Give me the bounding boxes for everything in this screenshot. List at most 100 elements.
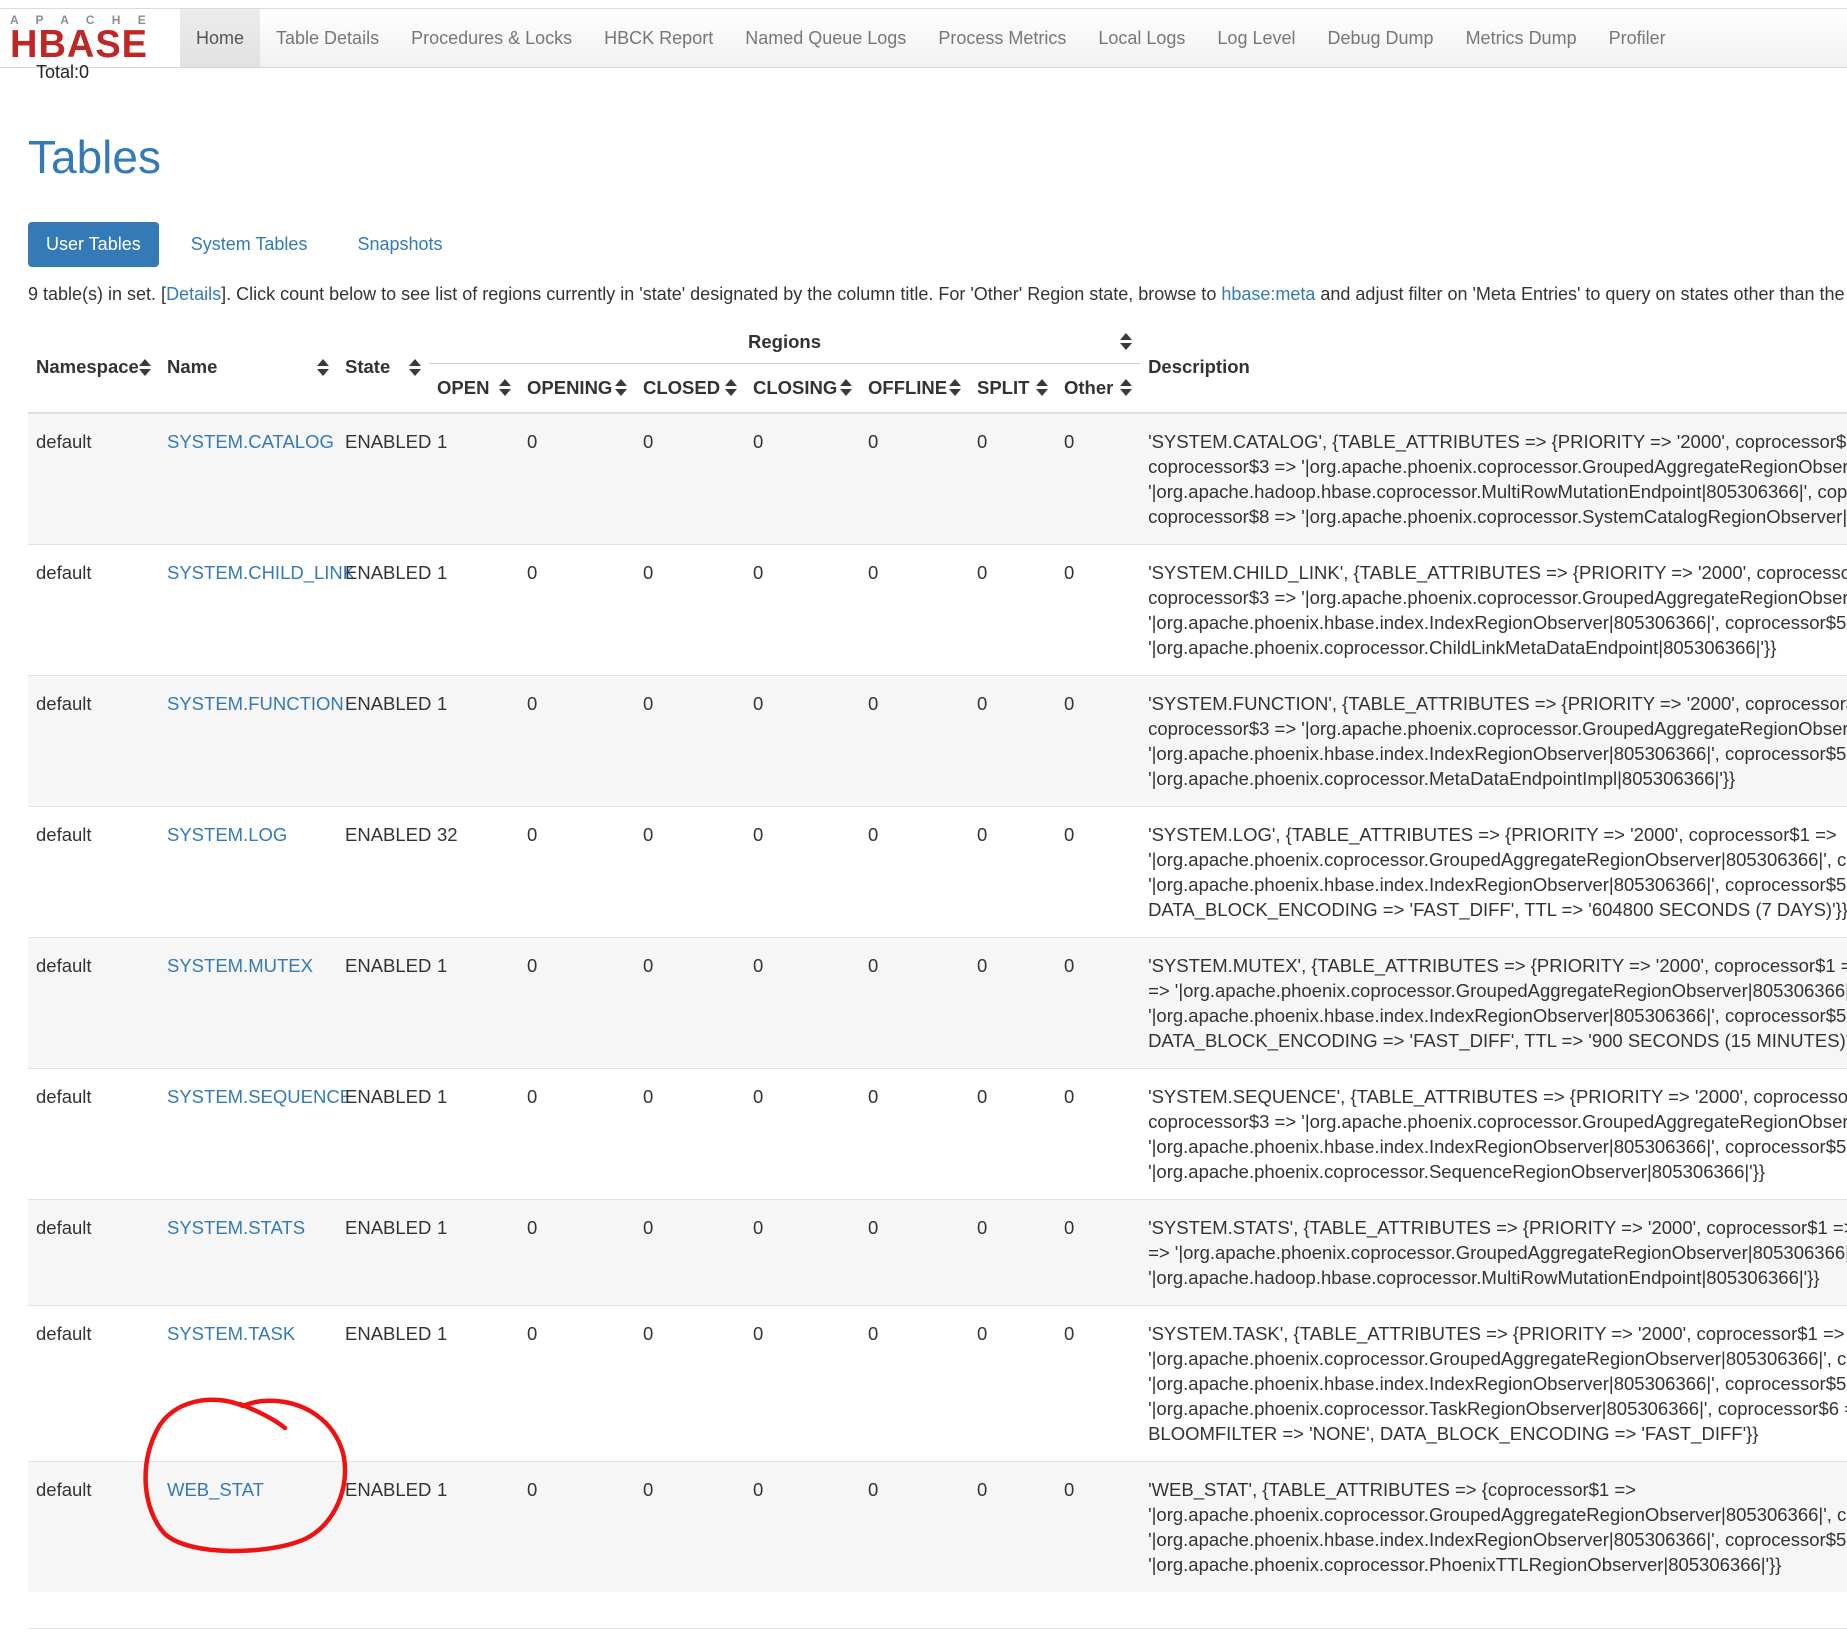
cell-regions-offline[interactable]: 0 [860,1200,969,1306]
cell-regions-split[interactable]: 0 [969,1069,1056,1200]
nav-item-named-queue-logs[interactable]: Named Queue Logs [729,9,922,67]
cell-regions-other[interactable]: 0 [1056,676,1140,807]
table-name-link[interactable]: SYSTEM.SEQUENCE [167,1086,352,1107]
cell-regions-other[interactable]: 0 [1056,938,1140,1069]
cell-regions-other[interactable]: 0 [1056,1306,1140,1462]
cell-regions-other[interactable]: 0 [1056,1069,1140,1200]
header-region-opening[interactable]: OPENING [519,363,635,413]
sort-icon[interactable] [615,379,627,396]
cell-regions-closed[interactable]: 0 [635,1200,745,1306]
cell-regions-open[interactable]: 1 [429,413,519,545]
table-name-link[interactable]: SYSTEM.CATALOG [167,431,334,452]
tab-system-tables[interactable]: System Tables [173,222,326,267]
nav-item-process-metrics[interactable]: Process Metrics [922,9,1082,67]
sort-icon[interactable] [409,359,421,376]
cell-regions-closed[interactable]: 0 [635,676,745,807]
table-name-link[interactable]: SYSTEM.MUTEX [167,955,313,976]
cell-regions-other[interactable]: 0 [1056,1462,1140,1593]
cell-regions-offline[interactable]: 0 [860,807,969,938]
cell-regions-split[interactable]: 0 [969,545,1056,676]
cell-regions-closed[interactable]: 0 [635,1069,745,1200]
cell-regions-open[interactable]: 1 [429,1462,519,1593]
table-name-link[interactable]: SYSTEM.FUNCTION [167,693,344,714]
hbase-logo[interactable]: A P A C H E HBASE [0,9,180,67]
cell-regions-opening[interactable]: 0 [519,1306,635,1462]
cell-regions-opening[interactable]: 0 [519,1462,635,1593]
cell-regions-open[interactable]: 1 [429,1200,519,1306]
cell-regions-open[interactable]: 1 [429,1306,519,1462]
cell-regions-closed[interactable]: 0 [635,807,745,938]
cell-regions-split[interactable]: 0 [969,1200,1056,1306]
hbase-meta-link[interactable]: hbase:meta [1221,284,1315,304]
nav-item-procedures-locks[interactable]: Procedures & Locks [395,9,588,67]
cell-regions-closing[interactable]: 0 [745,676,860,807]
cell-regions-opening[interactable]: 0 [519,676,635,807]
header-name[interactable]: Name [159,322,337,413]
cell-regions-opening[interactable]: 0 [519,1200,635,1306]
nav-item-table-details[interactable]: Table Details [260,9,395,67]
cell-regions-closed[interactable]: 0 [635,938,745,1069]
cell-regions-opening[interactable]: 0 [519,545,635,676]
cell-regions-offline[interactable]: 0 [860,938,969,1069]
nav-item-home[interactable]: Home [180,9,260,67]
cell-regions-split[interactable]: 0 [969,1462,1056,1593]
cell-regions-closed[interactable]: 0 [635,545,745,676]
cell-regions-other[interactable]: 0 [1056,807,1140,938]
cell-regions-closing[interactable]: 0 [745,545,860,676]
cell-regions-other[interactable]: 0 [1056,413,1140,545]
cell-regions-split[interactable]: 0 [969,807,1056,938]
cell-regions-closed[interactable]: 0 [635,1462,745,1593]
details-link[interactable]: Details [166,284,221,304]
header-namespace[interactable]: Namespace [28,322,159,413]
cell-regions-offline[interactable]: 0 [860,1306,969,1462]
tab-user-tables[interactable]: User Tables [28,222,159,267]
nav-item-metrics-dump[interactable]: Metrics Dump [1450,9,1593,67]
header-region-open[interactable]: OPEN [429,363,519,413]
cell-regions-closed[interactable]: 0 [635,413,745,545]
cell-regions-offline[interactable]: 0 [860,1069,969,1200]
table-name-link[interactable]: WEB_STAT [167,1479,264,1500]
nav-item-profiler[interactable]: Profiler [1593,9,1682,67]
table-name-link[interactable]: SYSTEM.TASK [167,1323,295,1344]
cell-regions-closing[interactable]: 0 [745,938,860,1069]
cell-regions-split[interactable]: 0 [969,938,1056,1069]
cell-regions-offline[interactable]: 0 [860,413,969,545]
header-region-offline[interactable]: OFFLINE [860,363,969,413]
header-region-split[interactable]: SPLIT [969,363,1056,413]
sort-icon[interactable] [139,359,151,376]
nav-item-log-level[interactable]: Log Level [1201,9,1311,67]
cell-regions-closed[interactable]: 0 [635,1306,745,1462]
sort-icon[interactable] [499,379,511,396]
cell-regions-opening[interactable]: 0 [519,1069,635,1200]
header-regions-group[interactable]: Regions [429,322,1140,363]
table-name-link[interactable]: SYSTEM.STATS [167,1217,305,1238]
cell-regions-opening[interactable]: 0 [519,807,635,938]
cell-regions-offline[interactable]: 0 [860,676,969,807]
table-name-link[interactable]: SYSTEM.LOG [167,824,287,845]
cell-regions-closing[interactable]: 0 [745,413,860,545]
cell-regions-open[interactable]: 1 [429,938,519,1069]
cell-regions-open[interactable]: 1 [429,545,519,676]
cell-regions-closing[interactable]: 0 [745,1200,860,1306]
cell-regions-split[interactable]: 0 [969,1306,1056,1462]
cell-regions-other[interactable]: 0 [1056,1200,1140,1306]
header-state[interactable]: State [337,322,429,413]
header-region-other[interactable]: Other [1056,363,1140,413]
cell-regions-offline[interactable]: 0 [860,1462,969,1593]
nav-item-local-logs[interactable]: Local Logs [1082,9,1201,67]
sort-icon[interactable] [1120,333,1132,350]
cell-regions-offline[interactable]: 0 [860,545,969,676]
header-region-closing[interactable]: CLOSING [745,363,860,413]
header-region-closed[interactable]: CLOSED [635,363,745,413]
cell-regions-open[interactable]: 1 [429,1069,519,1200]
cell-regions-open[interactable]: 1 [429,676,519,807]
cell-regions-other[interactable]: 0 [1056,545,1140,676]
nav-item-debug-dump[interactable]: Debug Dump [1312,9,1450,67]
table-name-link[interactable]: SYSTEM.CHILD_LINK [167,562,355,583]
cell-regions-closing[interactable]: 0 [745,1462,860,1593]
cell-regions-open[interactable]: 32 [429,807,519,938]
cell-regions-split[interactable]: 0 [969,413,1056,545]
sort-icon[interactable] [725,379,737,396]
cell-regions-closing[interactable]: 0 [745,1306,860,1462]
sort-icon[interactable] [840,379,852,396]
